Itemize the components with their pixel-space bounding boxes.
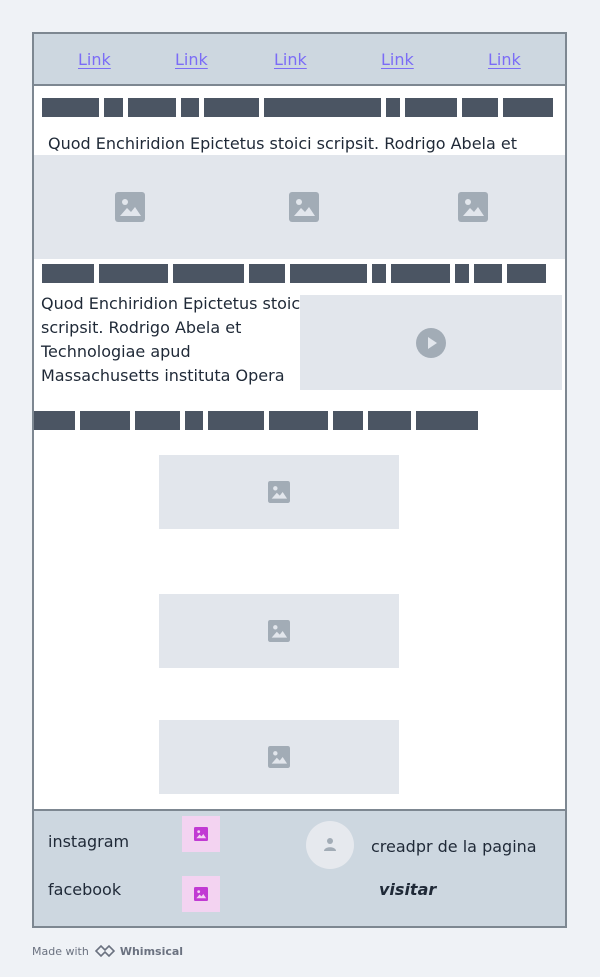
facebook-link[interactable]: facebook: [48, 880, 121, 899]
play-icon[interactable]: [416, 328, 446, 358]
user-icon: [324, 838, 336, 851]
made-with-credit[interactable]: Made with Whimsical: [32, 944, 184, 958]
wireframe-frame: Link Link Link Link Link Quod Enchiridio…: [32, 32, 567, 928]
image-icon: [194, 887, 208, 901]
gallery-image-3: [380, 155, 565, 259]
creator-label: creadpr de la pagina: [371, 837, 537, 856]
facebook-image[interactable]: [182, 876, 220, 912]
image-icon: [268, 746, 290, 768]
video-placeholder[interactable]: [300, 295, 562, 390]
whimsical-logo-icon: [95, 944, 116, 958]
gallery-image-2: [227, 155, 380, 259]
nav-link-3[interactable]: Link: [274, 50, 307, 69]
visit-link[interactable]: visitar: [379, 880, 436, 899]
footer: instagram facebook creadpr de la pagina …: [34, 809, 565, 926]
body-text-line-3: Technologiae apud: [41, 342, 191, 361]
image-icon: [194, 827, 208, 841]
body-text-line-1: Quod Enchiridion Epictetus stoici: [41, 294, 305, 313]
heading-placeholder-3: [34, 411, 479, 430]
nav-link-4[interactable]: Link: [381, 50, 414, 69]
intro-text: Quod Enchiridion Epictetus stoici scrips…: [48, 134, 518, 153]
heading-placeholder-1: [42, 98, 554, 117]
nav-link-5[interactable]: Link: [488, 50, 521, 69]
image-icon: [268, 620, 290, 642]
content-image-2: [159, 594, 399, 668]
content-image-3: [159, 720, 399, 794]
nav-link-1[interactable]: Link: [78, 50, 111, 69]
body-text-line-4: Massachusetts instituta Opera: [41, 366, 285, 385]
nav-link-2[interactable]: Link: [175, 50, 208, 69]
instagram-link[interactable]: instagram: [48, 832, 129, 851]
content-image-1: [159, 455, 399, 529]
whimsical-brand: Whimsical: [119, 945, 184, 958]
instagram-image[interactable]: [182, 816, 220, 852]
top-nav: Link Link Link Link Link: [34, 34, 565, 86]
avatar: [306, 821, 354, 869]
image-icon: [268, 481, 290, 503]
image-icon: [458, 192, 488, 222]
gallery-image-1: [34, 155, 227, 259]
image-icon: [115, 192, 145, 222]
heading-placeholder-2: [42, 264, 548, 283]
made-with-label: Made with: [32, 945, 89, 958]
body-text-line-2: scripsit. Rodrigo Abela et: [41, 318, 242, 337]
image-icon: [289, 192, 319, 222]
